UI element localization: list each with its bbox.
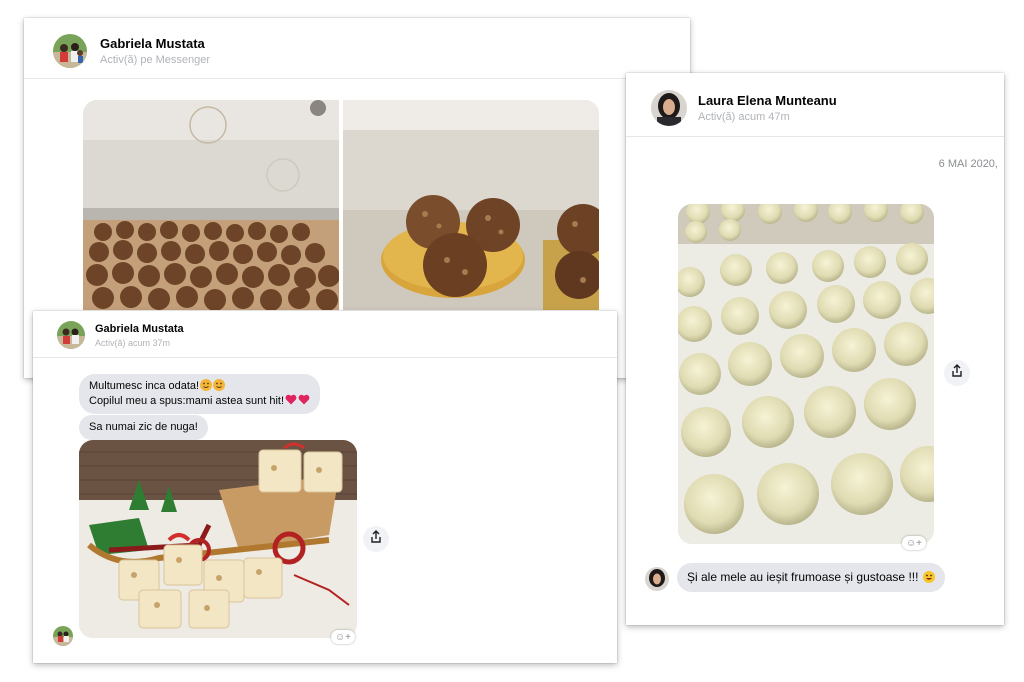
message-text: Sa numai zic de nuga!	[89, 421, 198, 433]
avatar[interactable]	[53, 626, 73, 646]
chat-header: Gabriela Mustata Activ(ă) acum 37m	[33, 311, 617, 358]
share-icon	[369, 529, 383, 549]
add-reaction-button[interactable]: ☺+	[331, 630, 355, 644]
smile-plus-icon: ☺+	[905, 537, 923, 549]
add-reaction-button[interactable]: ☺+	[902, 536, 926, 550]
avatar[interactable]	[57, 321, 85, 349]
message-text: Și ale mele au ieșit frumoase și gustoas…	[687, 570, 919, 584]
active-status: Activ(ă) acum 37m	[95, 338, 171, 348]
chat-photo-truffles-closeup[interactable]	[343, 100, 599, 310]
share-icon	[950, 363, 964, 383]
active-status: Activ(ă) acum 47m	[698, 111, 790, 123]
chat-window-gabriela-2: Gabriela Mustata Activ(ă) acum 37m Multu…	[33, 311, 617, 663]
contact-name[interactable]: Gabriela Mustata	[100, 36, 205, 51]
chat-header: Gabriela Mustata Activ(ă) pe Messenger	[24, 18, 690, 79]
smiling-emoji	[213, 379, 226, 391]
chat-header: Laura Elena Munteanu Activ(ă) acum 47m	[626, 73, 1004, 137]
active-status: Activ(ă) pe Messenger	[100, 54, 211, 66]
message-date: 6 MAI 2020,	[938, 158, 998, 170]
grinning-emoji	[922, 571, 935, 583]
message-bubble[interactable]: Multumesc inca odata! Copilul meu a spus…	[79, 374, 321, 414]
message-bubble[interactable]: Sa numai zic de nuga!	[79, 415, 208, 440]
chat-photo-nougat-sleigh[interactable]	[79, 440, 357, 638]
chat-photo-meringues[interactable]	[678, 204, 934, 544]
avatar[interactable]	[645, 567, 669, 591]
avatar[interactable]	[651, 90, 687, 126]
message-bubble[interactable]: Și ale mele au ieșit frumoase și gustoas…	[677, 563, 945, 592]
share-button[interactable]	[944, 360, 970, 386]
heart-emoji	[298, 394, 310, 405]
share-button[interactable]	[363, 526, 389, 552]
contact-name[interactable]: Gabriela Mustata	[95, 323, 184, 335]
smiling-emoji	[200, 379, 213, 391]
chat-window-laura: Laura Elena Munteanu Activ(ă) acum 47m 6…	[626, 73, 1004, 625]
message-text-line1: Multumesc inca odata!	[89, 380, 200, 392]
smile-plus-icon: ☺+	[334, 631, 352, 643]
chat-photo-truffles-tray[interactable]	[83, 100, 339, 310]
heart-emoji	[285, 394, 297, 405]
message-text-line2: Copilul meu a spus:mami astea sunt hit!	[89, 395, 285, 407]
avatar[interactable]	[53, 34, 87, 68]
contact-name[interactable]: Laura Elena Munteanu	[698, 93, 837, 108]
